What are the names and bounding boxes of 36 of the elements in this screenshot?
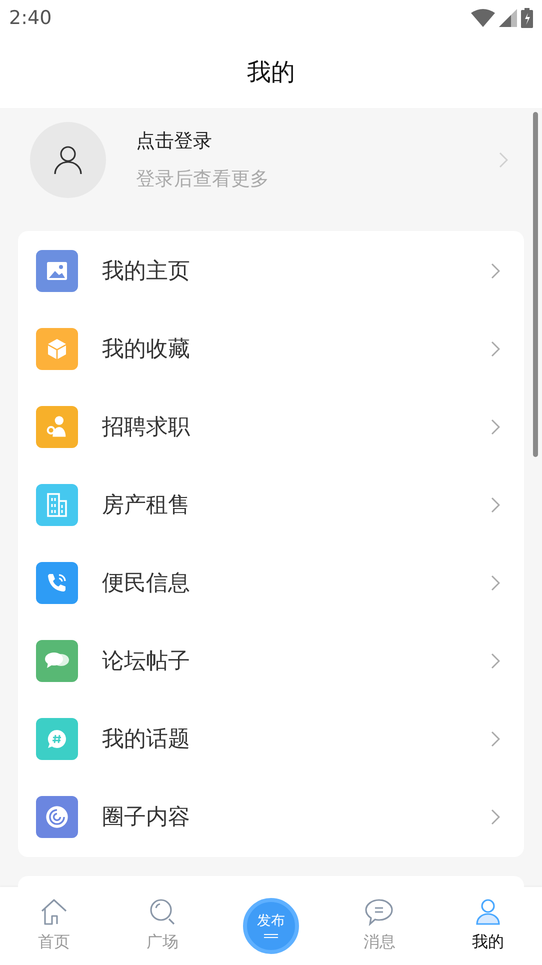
person-icon — [474, 898, 502, 926]
image-icon — [45, 259, 69, 283]
page-title: 我的 — [247, 57, 295, 88]
signal-icon — [499, 9, 517, 27]
menu-item[interactable]: 圈子内容 — [18, 778, 524, 856]
swirl-icon — [44, 804, 70, 830]
login-subtitle: 登录后查看更多 — [136, 167, 270, 192]
hashtag-bubble-icon — [45, 727, 69, 751]
login-title: 点击登录 — [136, 128, 213, 154]
chat-icon — [364, 898, 394, 926]
status-time: 2:40 — [9, 6, 52, 31]
login-row[interactable]: 点击登录 登录后查看更多 — [0, 108, 542, 212]
menu-item[interactable]: 我的话题 — [18, 700, 524, 778]
chevron-right-icon — [499, 152, 508, 168]
battery-icon — [521, 8, 533, 28]
chevron-right-icon — [491, 263, 500, 279]
building-icon — [45, 492, 69, 518]
chevron-right-icon — [491, 809, 500, 825]
wifi-icon — [471, 9, 495, 27]
chevron-right-icon — [491, 497, 500, 513]
menu-item[interactable]: 招聘求职 — [18, 388, 524, 466]
chevron-right-icon — [491, 419, 500, 435]
menu-item[interactable]: 便民信息 — [18, 544, 524, 622]
chevron-right-icon — [491, 341, 500, 357]
cube-icon — [45, 337, 69, 361]
chevron-right-icon — [491, 575, 500, 591]
person-icon — [54, 145, 82, 175]
home-icon — [39, 898, 70, 926]
menu-item[interactable]: 我的主页 — [18, 232, 524, 310]
menu-item[interactable]: 论坛帖子 — [18, 622, 524, 700]
chevron-right-icon — [491, 653, 500, 669]
search-icon — [148, 898, 177, 926]
chevron-right-icon — [491, 731, 500, 747]
menu-item[interactable]: 房产租售 — [18, 466, 524, 544]
menu-item[interactable]: 我的收藏 — [18, 310, 524, 388]
tab-item[interactable]: 我的 — [434, 887, 542, 965]
